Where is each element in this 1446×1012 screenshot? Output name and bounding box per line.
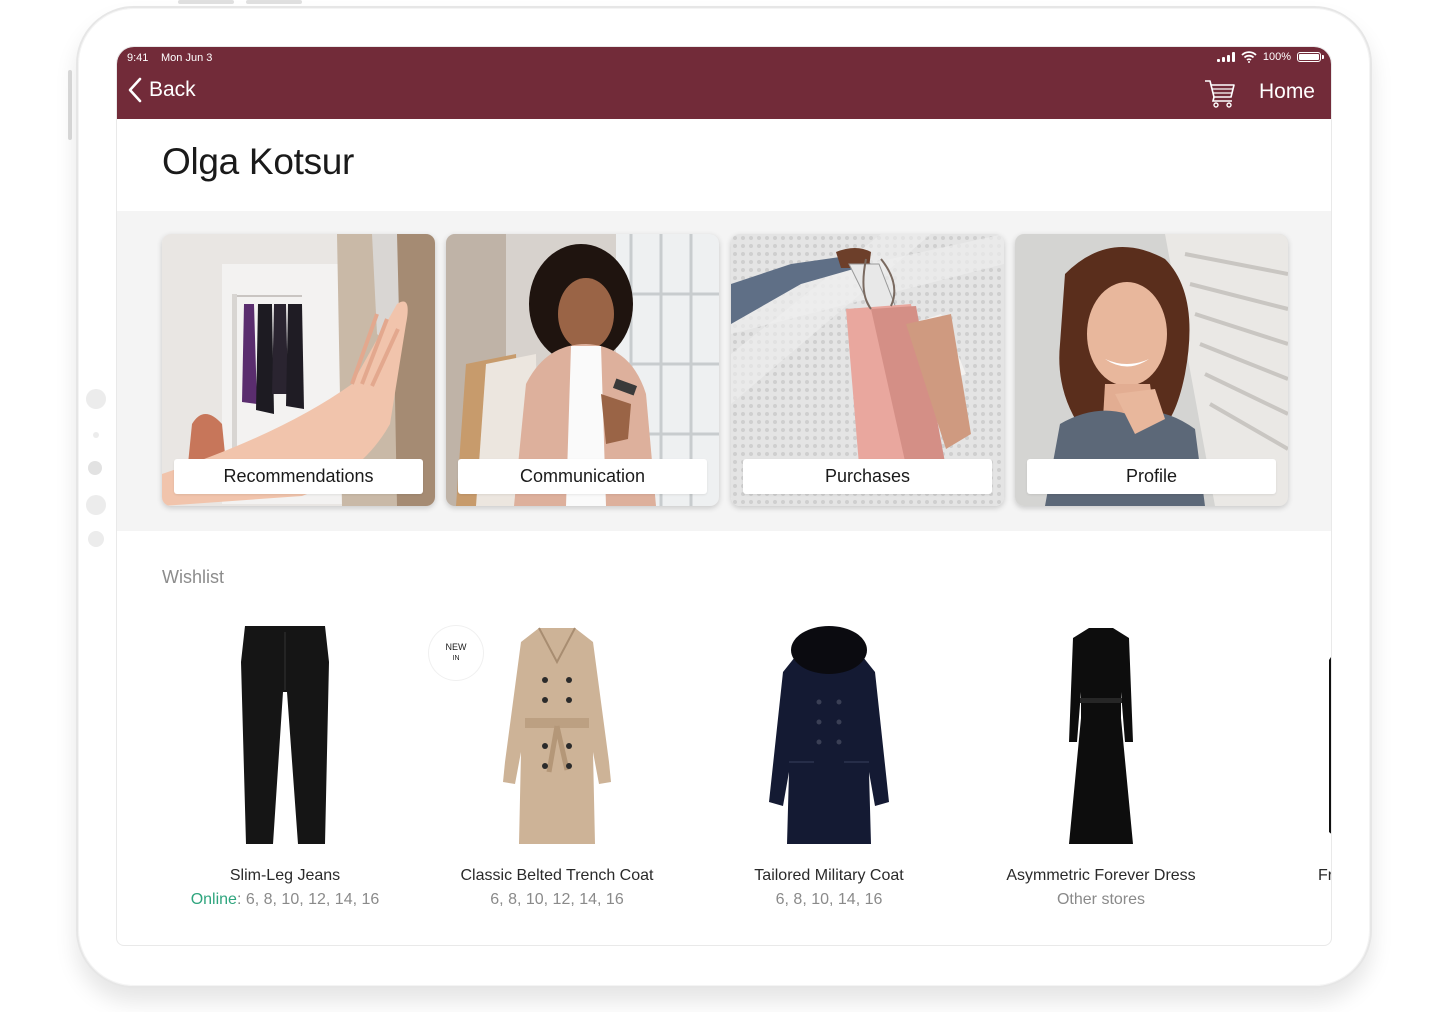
tile-label: Purchases bbox=[743, 459, 992, 494]
product-availability: 6, 8, 10, 14, 16 bbox=[775, 891, 883, 908]
wifi-icon bbox=[1241, 51, 1257, 63]
back-label: Back bbox=[149, 78, 196, 101]
app-bar: 9:41 Mon Jun 3 100% Back Home bbox=[117, 47, 1331, 119]
product-card[interactable]: Asymmetric Forever Dress Other stores bbox=[961, 622, 1241, 909]
military-coat-image bbox=[769, 626, 889, 844]
jeans-image bbox=[241, 626, 329, 844]
product-card[interactable]: Slim-Leg Jeans Online: 6, 8, 10, 12, 14,… bbox=[145, 622, 425, 909]
battery-percent: 100% bbox=[1262, 51, 1291, 63]
back-button[interactable]: Back bbox=[127, 77, 196, 103]
tile-communication[interactable]: Communication bbox=[446, 234, 719, 506]
home-button[interactable]: Home bbox=[1259, 80, 1315, 104]
status-time: 9:41 bbox=[127, 52, 149, 64]
size-list: : 6, 8, 10, 12, 14, 16 bbox=[236, 891, 380, 908]
product-card[interactable]: NEW IN Classic Belted Trench Coat 6, 8, … bbox=[417, 622, 697, 909]
status-indicators: 100% bbox=[1216, 51, 1324, 63]
device-sensor bbox=[86, 389, 106, 409]
wishlist-heading: Wishlist bbox=[162, 567, 224, 587]
device-sensor bbox=[88, 531, 104, 547]
online-status: Online bbox=[190, 891, 237, 908]
badge-in: IN bbox=[452, 655, 460, 662]
navigation-tiles: Recommendations Communication Purchases … bbox=[117, 211, 1331, 531]
device-sensor bbox=[86, 495, 106, 515]
screen: 9:41 Mon Jun 3 100% Back Home Olga Kotsu… bbox=[116, 46, 1332, 946]
product-name: Classic Belted Trench Coat bbox=[460, 867, 654, 884]
product-name: Slim-Leg Jeans bbox=[229, 867, 341, 884]
tile-label: Recommendations bbox=[174, 459, 423, 494]
tile-label: Profile bbox=[1027, 459, 1276, 494]
tile-profile[interactable]: Profile bbox=[1015, 234, 1288, 506]
product-availability: Other stores bbox=[1056, 891, 1146, 908]
product-availability: Online: 6, 8, 10, 12, 14, 16 bbox=[145, 891, 425, 909]
product-name: Tailored Military Coat bbox=[754, 867, 904, 884]
badge-new: NEW bbox=[445, 642, 467, 652]
tile-purchases[interactable]: Purchases bbox=[731, 234, 1004, 506]
device-sensor bbox=[93, 432, 99, 438]
page-title: Olga Kotsur bbox=[162, 141, 355, 182]
device-camera bbox=[88, 461, 102, 475]
cellular-signal-icon bbox=[1216, 52, 1235, 62]
tile-label: Communication bbox=[458, 459, 707, 494]
device-power-button bbox=[246, 0, 302, 4]
header: Olga Kotsur bbox=[117, 119, 1331, 211]
status-date: Mon Jun 3 bbox=[161, 52, 213, 64]
product-availability: 6, 8, 10, 12, 14, 16 bbox=[490, 891, 624, 908]
new-in-badge: NEW IN bbox=[429, 626, 483, 680]
battery-icon bbox=[1297, 52, 1324, 62]
product-name: Fr bbox=[1318, 867, 1332, 884]
product-name: Asymmetric Forever Dress bbox=[1006, 867, 1196, 884]
product-image bbox=[1329, 657, 1331, 834]
device-side-button bbox=[68, 70, 72, 140]
device-volume-button bbox=[178, 0, 234, 4]
tile-recommendations[interactable]: Recommendations bbox=[162, 234, 435, 506]
chevron-left-icon bbox=[128, 77, 142, 103]
product-card[interactable]: Tailored Military Coat 6, 8, 10, 14, 16 bbox=[689, 622, 969, 909]
dress-image bbox=[1069, 628, 1133, 844]
cart-icon[interactable] bbox=[1203, 77, 1237, 109]
product-card[interactable]: Fr bbox=[1233, 622, 1332, 885]
